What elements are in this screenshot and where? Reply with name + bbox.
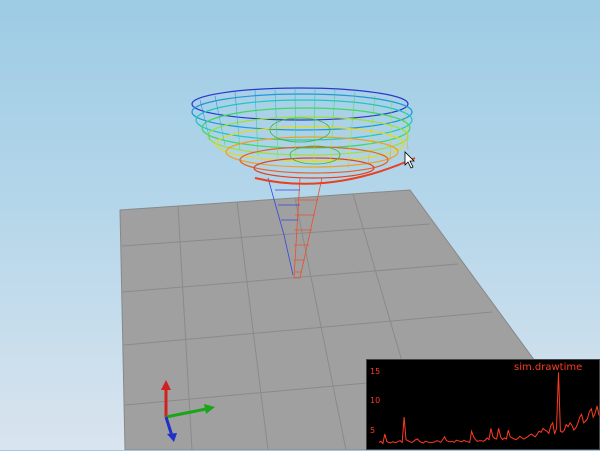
tick-label-5: 5 [370, 426, 376, 435]
tick-label-10: 10 [370, 396, 381, 405]
graph-label: sim.drawtime [514, 362, 583, 373]
drawtime-series-line [378, 372, 600, 445]
mouse-pointer-icon [404, 151, 415, 169]
graph-plot [378, 372, 600, 445]
tick-label-15: 15 [370, 367, 381, 376]
drawtime-graph: sim.drawtime 15 10 5 [366, 359, 600, 450]
